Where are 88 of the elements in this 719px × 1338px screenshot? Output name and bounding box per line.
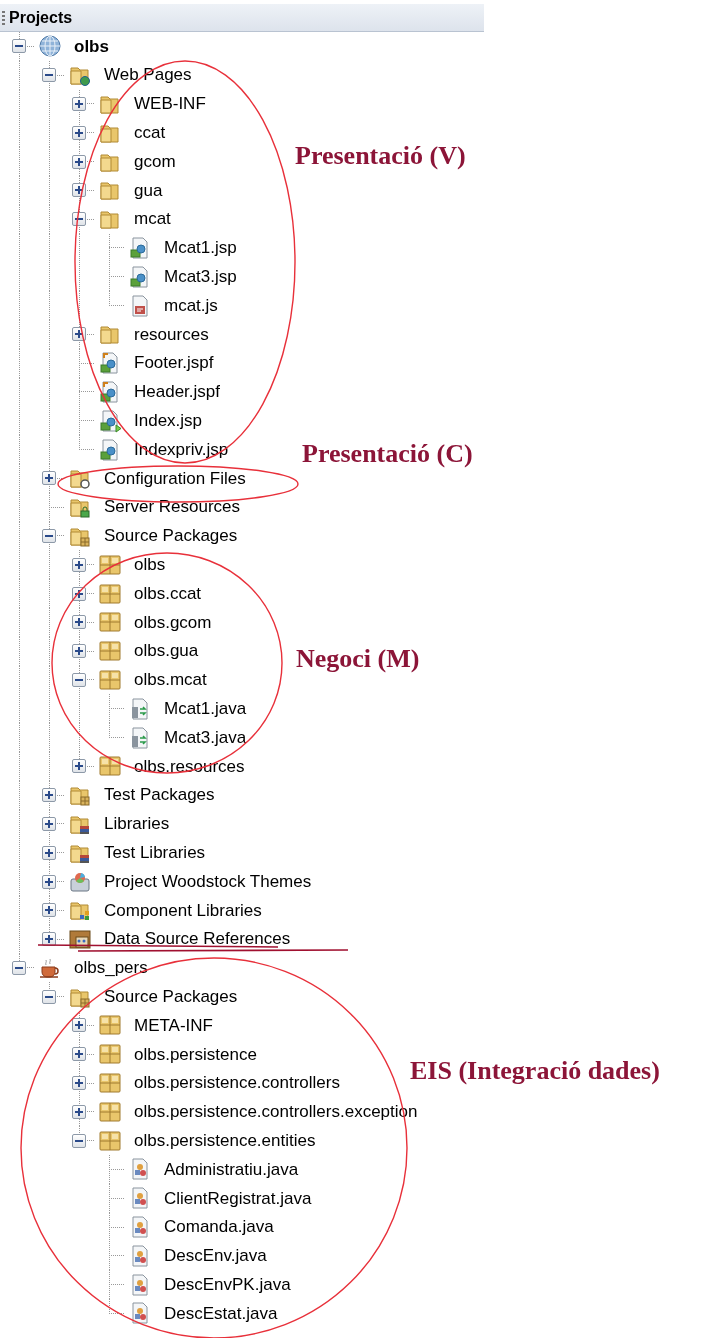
tree-item[interactable]: Mcat3.java [164, 724, 247, 751]
collapse-button[interactable] [72, 212, 86, 227]
collapse-button[interactable] [72, 1133, 86, 1148]
package-icon [98, 667, 122, 692]
tree-item[interactable]: olbs_pers [74, 955, 148, 981]
expand-button[interactable] [72, 644, 86, 659]
tree-item[interactable]: olbs.persistence [134, 1041, 257, 1068]
tree-item[interactable]: mcat [134, 206, 171, 232]
package-icon [98, 754, 122, 779]
panel-title: Projects [9, 7, 73, 28]
tree-item[interactable]: olbs.ccat [134, 580, 202, 607]
expand-button[interactable] [42, 816, 56, 831]
expand-button[interactable] [72, 327, 86, 342]
collapse-button[interactable] [42, 528, 56, 543]
expand-button[interactable] [72, 97, 86, 111]
tree-item[interactable]: Administratiu.java [164, 1156, 299, 1183]
expand-button[interactable] [72, 154, 86, 169]
tree-item[interactable]: olbs [74, 33, 109, 60]
tree-item[interactable]: olbs.mcat [134, 667, 207, 693]
collapse-button[interactable] [42, 68, 56, 83]
expand-button[interactable] [42, 845, 56, 860]
collapse-button[interactable] [42, 989, 56, 1004]
tree-item[interactable]: Libraries [104, 811, 170, 837]
package-icon [98, 1071, 122, 1096]
package-icon [98, 639, 122, 664]
tree-item[interactable]: olbs [134, 552, 166, 578]
tree-item[interactable]: Mcat3.jsp [164, 264, 237, 290]
package-icon [98, 1099, 122, 1124]
tree-item[interactable]: DescEstat.java [164, 1300, 278, 1327]
package-icon [98, 552, 122, 577]
tree-item[interactable]: Component Libraries [104, 897, 262, 924]
tree-item[interactable]: olbs.gua [134, 638, 199, 664]
tree-item[interactable]: ccat [134, 120, 166, 146]
expand-button[interactable] [72, 125, 86, 140]
tree-item[interactable]: gua [134, 177, 163, 204]
package-icon [98, 1013, 122, 1038]
collapse-button[interactable] [12, 39, 26, 54]
tree-item[interactable]: Test Libraries [104, 839, 206, 866]
tree-item[interactable]: resources [134, 321, 209, 348]
tree-item[interactable]: Data Source References [104, 926, 291, 952]
expand-button[interactable] [72, 1047, 86, 1062]
tree-item[interactable]: Footer.jspf [134, 350, 214, 376]
collapse-button[interactable] [12, 960, 26, 975]
expand-button[interactable] [72, 1018, 86, 1033]
tree-item[interactable]: Header.jspf [134, 379, 220, 405]
expand-button[interactable] [42, 788, 56, 803]
annotation-label: Negoci (M) [296, 645, 420, 674]
tree-item[interactable]: gcom [134, 148, 176, 175]
expand-button[interactable] [42, 471, 56, 486]
tree-item[interactable]: Configuration Files [104, 465, 246, 492]
expand-button[interactable] [72, 183, 86, 198]
package-icon [98, 1042, 122, 1067]
expand-button[interactable] [72, 615, 86, 630]
tree-item[interactable]: Web Pages [104, 62, 192, 88]
tree-item[interactable]: olbs.gcom [134, 609, 212, 636]
annotation-label: Presentació (V) [295, 142, 466, 171]
package-icon [98, 1128, 122, 1153]
package-icon [98, 610, 122, 635]
tree-item[interactable]: Project Woodstock Themes [104, 868, 312, 895]
package-icon [98, 581, 122, 606]
tree-item[interactable]: olbs.persistence.controllers [134, 1070, 340, 1096]
expand-button[interactable] [72, 759, 86, 774]
globe-icon [38, 34, 62, 59]
expand-button[interactable] [42, 874, 56, 889]
tree-item[interactable]: mcat.js [164, 292, 218, 319]
tree-item[interactable]: Comanda.java [164, 1214, 274, 1240]
tree-item[interactable]: DescEnvPK.java [164, 1271, 291, 1298]
tree-item[interactable]: Mcat1.java [164, 695, 247, 722]
tree-item[interactable]: Mcat1.jsp [164, 235, 237, 261]
tree-item[interactable]: ClientRegistrat.java [164, 1185, 312, 1211]
tree-item[interactable]: Test Packages [104, 782, 215, 808]
expand-button[interactable] [72, 1076, 86, 1091]
tree-item[interactable]: Index.jsp [134, 408, 203, 434]
tree-item[interactable]: WEB-INF [134, 91, 206, 117]
tree-item[interactable]: Server Resources [104, 494, 241, 520]
collapse-button[interactable] [72, 672, 86, 687]
file-icon [98, 408, 122, 433]
expand-button[interactable] [72, 1104, 86, 1119]
tree-item[interactable]: META-INF [134, 1012, 213, 1039]
tree-item[interactable]: Source Packages [104, 983, 238, 1010]
tree-item[interactable]: Source Packages [104, 523, 238, 549]
annotation-label: EIS (Integració dades) [410, 1057, 660, 1086]
tree-item[interactable]: DescEnv.java [164, 1243, 267, 1269]
tree-item[interactable]: olbs.persistence.entities [134, 1127, 316, 1154]
expand-button[interactable] [72, 557, 86, 572]
grip-icon[interactable] [2, 10, 5, 25]
annotation-label: Presentació (C) [302, 440, 473, 469]
expand-button[interactable] [42, 903, 56, 918]
